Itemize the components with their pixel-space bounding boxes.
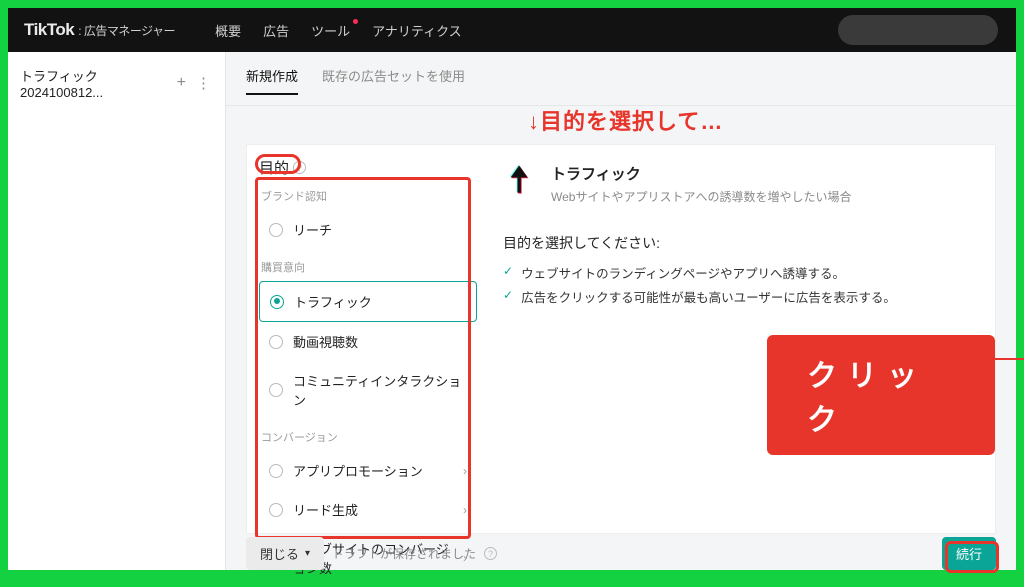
objective-list: 目的 ? ブランド認知 リーチ 購買意向 トラフィック	[247, 145, 477, 533]
check-icon: ✓	[503, 288, 513, 302]
objective-panel: 目的 ? ブランド認知 リーチ 購買意向 トラフィック	[246, 144, 996, 534]
nav-ads[interactable]: 広告	[263, 21, 289, 40]
radio-icon	[270, 295, 284, 309]
nav-analytics[interactable]: アナリティクス	[372, 21, 462, 40]
group-consideration: 購買意向	[261, 259, 477, 275]
detail-subtitle: Webサイトやアプリストアへの誘導数を増やしたい場合	[551, 188, 851, 205]
objective-detail: トラフィック Webサイトやアプリストアへの誘導数を増やしたい場合 目的を選択し…	[477, 145, 995, 533]
detail-title: トラフィック	[551, 163, 851, 184]
tab-existing[interactable]: 既存の広告セットを使用	[322, 66, 465, 93]
radio-icon	[269, 383, 283, 397]
nav-tools[interactable]: ツール	[311, 21, 350, 40]
notification-dot-icon	[353, 19, 358, 24]
radio-icon	[269, 503, 283, 517]
check-icon: ✓	[503, 264, 513, 278]
more-menu-icon[interactable]: ⋮	[196, 74, 213, 92]
objective-title: 目的	[259, 157, 289, 178]
objective-app-promo-label: アプリプロモーション	[293, 461, 423, 480]
group-conversion: コンバージョン	[261, 429, 477, 445]
group-brand-awareness: ブランド認知	[261, 188, 477, 204]
annotation-click-callout: クリック	[767, 335, 995, 455]
detail-bullet-2: ✓ 広告をクリックする可能性が最も高いユーザーに広告を表示する。	[503, 287, 969, 306]
help-icon[interactable]: ?	[293, 161, 306, 174]
chevron-right-icon: ›	[463, 464, 467, 478]
help-icon[interactable]: ?	[484, 547, 497, 560]
chevron-right-icon: ›	[463, 503, 467, 517]
tabs: 新規作成 既存の広告セットを使用	[226, 52, 1016, 106]
tab-new[interactable]: 新規作成	[246, 66, 298, 95]
sidebar: トラフィック 2024100812... + ⋮	[8, 52, 226, 570]
nav-tools-label: ツール	[311, 24, 350, 39]
objective-community[interactable]: コミュニティインタラクション	[259, 361, 477, 419]
objective-app-promo[interactable]: アプリプロモーション ›	[259, 451, 477, 490]
top-nav: 概要 広告 ツール アナリティクス	[215, 21, 462, 40]
objective-video-views-label: 動画視聴数	[293, 332, 358, 351]
detail-bullet-1-text: ウェブサイトのランディングページやアプリへ誘導する。	[521, 263, 845, 282]
search-input[interactable]	[838, 15, 998, 45]
radio-icon	[269, 464, 283, 478]
chevron-down-icon: ▾	[305, 548, 310, 559]
add-campaign-icon[interactable]: +	[177, 74, 186, 92]
app-frame: TikTok : 広告マネージャー 概要 広告 ツール アナリティクス トラフィ…	[8, 8, 1016, 570]
objective-lead-gen[interactable]: リード生成 ›	[259, 490, 477, 529]
radio-icon	[269, 335, 283, 349]
body: トラフィック 2024100812... + ⋮ 新規作成 既存の広告セットを使…	[8, 52, 1016, 570]
draft-saved-text: ドラフトが保存されました	[332, 545, 476, 562]
topbar: TikTok : 広告マネージャー 概要 広告 ツール アナリティクス	[8, 8, 1016, 52]
logo: TikTok : 広告マネージャー	[24, 20, 175, 40]
detail-bullet-1: ✓ ウェブサイトのランディングページやアプリへ誘導する。	[503, 263, 969, 282]
objective-traffic-label: トラフィック	[294, 292, 372, 311]
objective-traffic[interactable]: トラフィック	[259, 281, 477, 322]
footer: 閉じる ▾ ドラフトが保存されました ? 続行	[246, 537, 996, 570]
objective-lead-gen-label: リード生成	[293, 500, 358, 519]
objective-video-views[interactable]: 動画視聴数	[259, 322, 477, 361]
annotation-select-objective: ↓目的を選択して…	[528, 104, 723, 136]
objective-reach-label: リーチ	[293, 220, 332, 239]
detail-prompt: 目的を選択してください:	[503, 233, 969, 253]
continue-button[interactable]: 続行	[942, 537, 996, 570]
objective-community-label: コミュニティインタラクション	[293, 371, 467, 409]
detail-bullet-2-text: 広告をクリックする可能性が最も高いユーザーに広告を表示する。	[521, 287, 896, 306]
sidebar-campaign-item[interactable]: トラフィック 2024100812... + ⋮	[20, 66, 213, 100]
radio-icon	[269, 223, 283, 237]
logo-subtitle: : 広告マネージャー	[78, 22, 175, 39]
close-button-label: 閉じる	[260, 544, 299, 563]
traffic-icon	[503, 163, 537, 197]
nav-overview[interactable]: 概要	[215, 21, 241, 40]
annotation-connector	[978, 358, 1024, 360]
logo-text: TikTok	[24, 20, 74, 40]
objective-reach[interactable]: リーチ	[259, 210, 477, 249]
content: ↓目的を選択して… 目的 ? ブランド認知 リーチ	[226, 106, 1016, 576]
close-button[interactable]: 閉じる ▾	[246, 537, 324, 570]
main: 新規作成 既存の広告セットを使用 ↓目的を選択して… 目的 ? ブランド認知	[226, 52, 1016, 570]
sidebar-campaign-label: トラフィック 2024100812...	[20, 66, 177, 100]
